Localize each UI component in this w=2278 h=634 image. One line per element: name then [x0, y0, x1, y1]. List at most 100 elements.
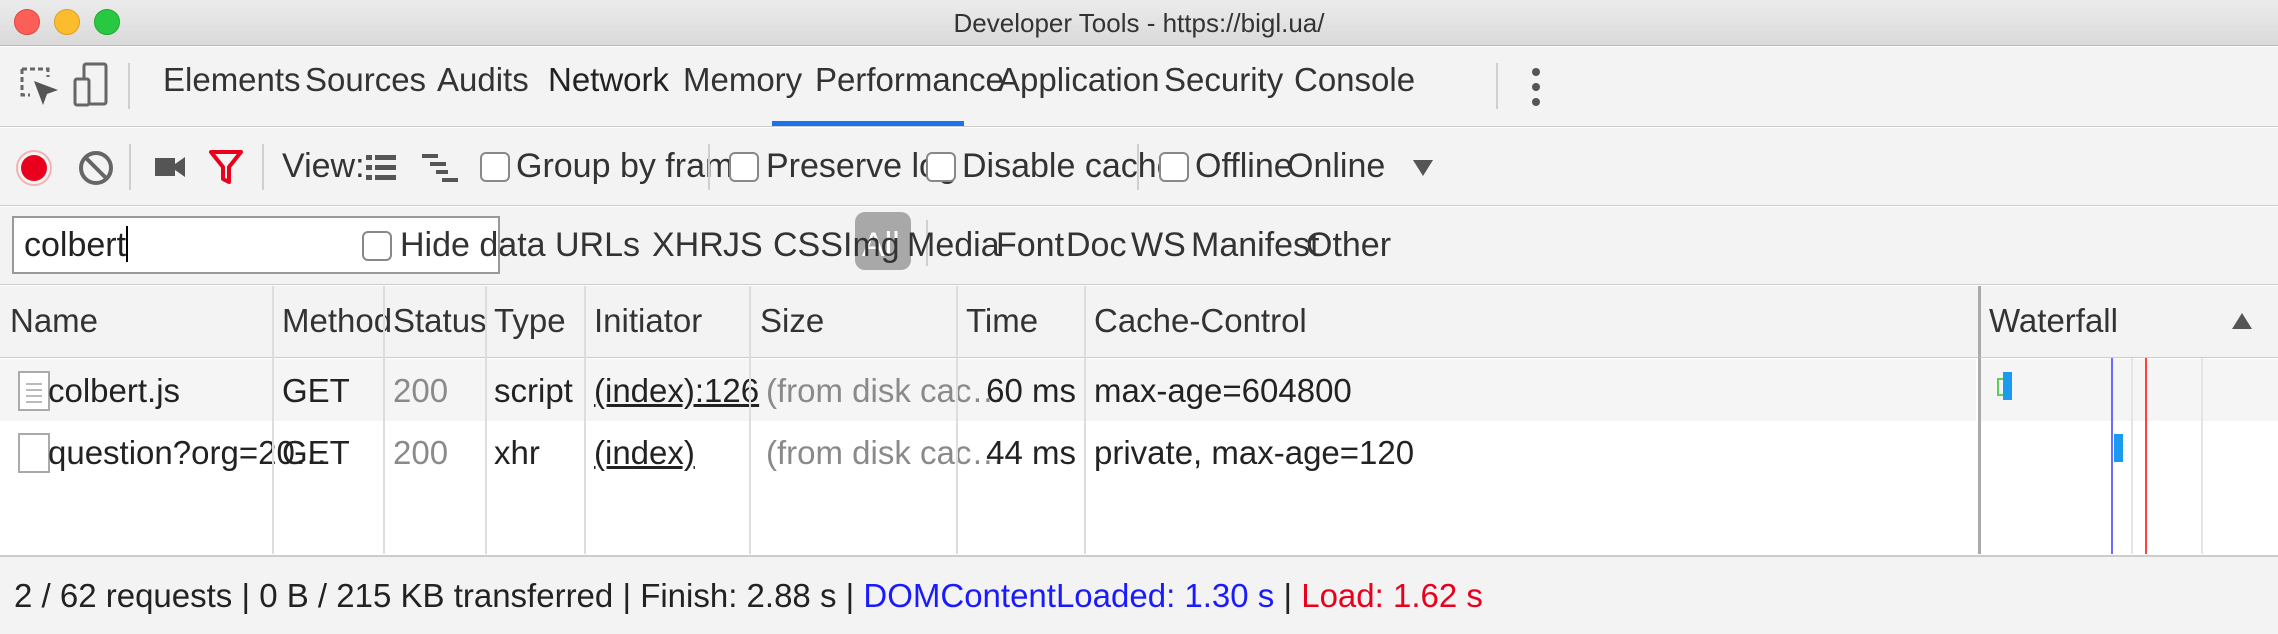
- column-divider[interactable]: [956, 286, 958, 554]
- tab-sources[interactable]: Sources: [305, 61, 426, 99]
- tab-performance[interactable]: Performance: [815, 61, 1004, 99]
- summary-bar: 2 / 62 requests | 0 B / 215 KB transferr…: [0, 555, 2278, 634]
- column-divider[interactable]: [1084, 286, 1086, 554]
- column-divider[interactable]: [485, 286, 487, 554]
- request-cache-control: max-age=604800: [1094, 372, 1352, 409]
- filter-type-css[interactable]: CSS: [773, 226, 843, 265]
- filter-input-value: colbert: [24, 226, 127, 264]
- preserve-log-checkbox[interactable]: [729, 152, 759, 182]
- hide-data-urls-checkbox[interactable]: [362, 231, 392, 261]
- tab-audits[interactable]: Audits: [437, 61, 529, 99]
- filter-icon[interactable]: [208, 148, 244, 193]
- summary-separator: |: [1283, 577, 1293, 614]
- tab-memory[interactable]: Memory: [683, 61, 802, 99]
- request-initiator-link[interactable]: (index):126: [594, 372, 759, 410]
- view-label: View:: [282, 147, 365, 185]
- sort-icon[interactable]: [2231, 312, 2253, 335]
- request-count: 2 / 62 requests: [14, 577, 233, 614]
- summary-separator: |: [622, 577, 632, 614]
- disable-cache-label: Disable cache: [962, 147, 1176, 185]
- column-header-method[interactable]: Method: [282, 302, 392, 340]
- device-toolbar-icon[interactable]: [72, 61, 110, 116]
- offline-label: Offline: [1195, 147, 1293, 185]
- tab-security[interactable]: Security: [1164, 61, 1283, 99]
- column-divider[interactable]: [383, 286, 385, 554]
- dom-content-loaded-marker: [2111, 358, 2113, 554]
- toolbar-divider: [129, 144, 131, 190]
- filter-type-ws[interactable]: WS: [1131, 226, 1186, 265]
- load-marker: [2145, 358, 2147, 554]
- column-divider[interactable]: [272, 286, 274, 554]
- column-divider[interactable]: [584, 286, 586, 554]
- waterfall-gridline: [2201, 358, 2203, 554]
- waterfall-header[interactable]: Waterfall: [1978, 286, 2278, 358]
- request-method: GET: [282, 434, 350, 471]
- summary-separator: |: [845, 577, 855, 614]
- file-icon: [18, 433, 50, 473]
- tab-application[interactable]: Application: [998, 61, 1159, 99]
- more-vert-icon[interactable]: [1526, 65, 1546, 114]
- request-method: GET: [282, 372, 350, 409]
- table-row[interactable]: question?org=20… GET 200 xhr (index) (fr…: [0, 421, 1976, 483]
- overview-icon[interactable]: [422, 152, 458, 187]
- screenshot-icon[interactable]: [154, 154, 186, 185]
- waterfall-gridline: [2131, 358, 2133, 554]
- column-header-status[interactable]: Status: [393, 302, 487, 340]
- clear-icon[interactable]: [76, 148, 116, 193]
- throttling-select[interactable]: Online: [1287, 147, 1385, 186]
- dom-content-loaded-time: DOMContentLoaded: 1.30 s: [863, 577, 1275, 614]
- summary-separator: |: [241, 577, 251, 614]
- table-header: Name Method Status Type Initiator Size T…: [0, 286, 2278, 358]
- panel-tab-bar: Elements Sources Audits Network Memory P…: [0, 47, 2278, 127]
- waterfall-panel: Waterfall: [1978, 286, 2278, 554]
- transferred-size: 0 B / 215 KB transferred: [259, 577, 614, 614]
- disable-cache-checkbox[interactable]: [926, 152, 956, 182]
- toolbar-divider: [708, 144, 710, 190]
- request-initiator-link[interactable]: (index): [594, 434, 695, 472]
- tab-console[interactable]: Console: [1294, 61, 1415, 99]
- waterfall-bar: [2003, 372, 2012, 400]
- request-status: 200: [393, 434, 449, 471]
- filter-type-font[interactable]: Font: [996, 226, 1064, 265]
- column-header-name[interactable]: Name: [10, 302, 98, 340]
- column-header-type[interactable]: Type: [494, 302, 566, 340]
- dropdown-icon[interactable]: [1412, 159, 1434, 182]
- finish-time: Finish: 2.88 s: [640, 577, 837, 614]
- column-header-time[interactable]: Time: [966, 302, 1038, 340]
- filter-type-xhr[interactable]: XHR: [652, 226, 724, 265]
- filter-type-js[interactable]: JS: [723, 226, 763, 265]
- filter-type-manifest[interactable]: Manifest: [1191, 226, 1320, 265]
- group-by-frame-checkbox[interactable]: [480, 152, 510, 182]
- summary-text: 2 / 62 requests | 0 B / 215 KB transferr…: [14, 577, 1483, 615]
- network-toolbar: View: Group by frame Preserve log Disabl…: [0, 128, 2278, 206]
- tab-elements[interactable]: Elements: [163, 61, 301, 99]
- filter-type-media[interactable]: Media: [907, 226, 1000, 265]
- filter-type-other[interactable]: Other: [1306, 226, 1391, 265]
- column-header-cache-control[interactable]: Cache-Control: [1094, 302, 1307, 340]
- file-icon: [18, 371, 50, 411]
- request-time: 44 ms: [986, 434, 1076, 471]
- filter-type-doc[interactable]: Doc: [1066, 226, 1126, 265]
- request-time: 60 ms: [986, 372, 1076, 409]
- offline-checkbox[interactable]: [1159, 152, 1189, 182]
- column-header-waterfall[interactable]: Waterfall: [1989, 302, 2118, 340]
- toolbar-divider: [262, 144, 264, 190]
- request-table: Name Method Status Type Initiator Size T…: [0, 286, 2278, 554]
- request-type: xhr: [494, 434, 540, 471]
- request-type: script: [494, 372, 573, 409]
- request-name: colbert.js: [48, 372, 181, 409]
- filter-type-img[interactable]: Img: [843, 226, 900, 265]
- column-header-size[interactable]: Size: [760, 302, 824, 340]
- waterfall-timeline: [1978, 358, 2278, 554]
- toolbar-divider: [1137, 144, 1139, 190]
- inspect-icon[interactable]: [18, 65, 62, 114]
- record-icon[interactable]: [14, 148, 54, 193]
- large-rows-icon[interactable]: [366, 152, 396, 187]
- column-divider[interactable]: [749, 286, 751, 554]
- tab-bar-divider: [128, 63, 130, 109]
- title-bar: Developer Tools - https://bigl.ua/: [0, 0, 2278, 46]
- tab-network[interactable]: Network: [548, 61, 669, 99]
- table-row[interactable]: colbert.js GET 200 script (index):126 (f…: [0, 359, 1976, 421]
- column-header-initiator[interactable]: Initiator: [594, 302, 702, 340]
- request-status: 200: [393, 372, 449, 409]
